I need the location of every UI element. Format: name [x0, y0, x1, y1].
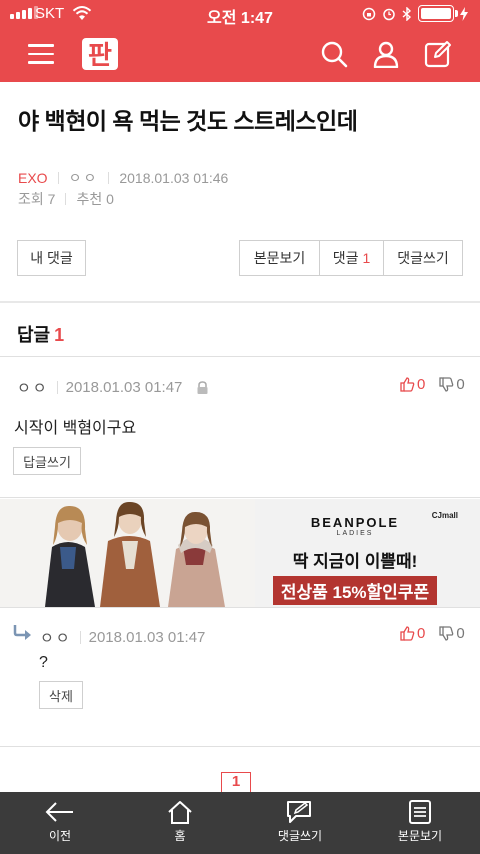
- view-post-button[interactable]: 본문보기: [240, 241, 320, 275]
- post-button-group: 본문보기 댓글 1 댓글쓰기: [239, 240, 463, 276]
- nav-header: 판: [0, 28, 480, 82]
- comment-datetime: 2018.01.03 01:47: [88, 629, 206, 646]
- post-meta: EXO ㅇㅇ 2018.01.03 01:46: [18, 168, 228, 188]
- post-recommends: 추천 0: [76, 191, 114, 207]
- thumbs-up-icon: [400, 626, 415, 641]
- downvote-count: 0: [456, 376, 465, 393]
- upvote-button[interactable]: 0: [400, 625, 425, 642]
- meta-separator: [56, 381, 58, 394]
- my-comments-button[interactable]: 내 댓글: [17, 240, 86, 276]
- comment-meta: ㅇㅇ 2018.01.03 01:47: [17, 377, 209, 398]
- post-category[interactable]: EXO: [18, 170, 48, 186]
- upvote-count: 0: [417, 376, 426, 393]
- divider: [0, 746, 480, 747]
- meta-separator: [108, 172, 110, 184]
- tab-write-comment-label: 댓글쓰기: [277, 829, 323, 843]
- downvote-button[interactable]: 0: [439, 625, 465, 642]
- comment-body: ?: [39, 654, 48, 671]
- logo-text: 판: [88, 41, 112, 71]
- menu-icon[interactable]: [28, 44, 54, 64]
- post-title: 야 백현이 욕 먹는 것도 스트레스인데: [18, 108, 358, 134]
- divider: [0, 607, 480, 608]
- replies-count: 1: [54, 325, 65, 345]
- meta-separator: [65, 193, 67, 205]
- ad-text: BEANPOLE LADIES 딱 지금이 이쁠때! 전상품 15%할인쿠폰: [255, 509, 455, 605]
- thumbs-down-icon: [439, 626, 454, 641]
- write-comment-label: 댓글쓰기: [397, 250, 449, 266]
- user-icon[interactable]: [372, 40, 400, 68]
- meta-separator: [57, 172, 59, 184]
- reply-arrow-icon: [13, 625, 31, 640]
- ad-banner[interactable]: CJmall BEANPOLE LADIES 딱 지금이 이쁠때! 전상품 15…: [0, 499, 480, 607]
- section-divider: [0, 301, 480, 303]
- comments-label: 댓글: [332, 250, 359, 266]
- delete-button[interactable]: 삭제: [39, 681, 83, 709]
- post-views: 조회 7: [18, 191, 56, 207]
- upvote-button[interactable]: 0: [400, 376, 425, 393]
- comment-votes: 0 0: [400, 376, 465, 393]
- post-stats: 조회 7 추천 0: [18, 189, 114, 209]
- divider: [0, 356, 480, 357]
- back-arrow-icon: [45, 802, 73, 822]
- tab-prev[interactable]: 이전: [0, 792, 120, 854]
- divider: [0, 497, 480, 498]
- pann-logo-icon: 판: [82, 38, 118, 71]
- ad-brand: BEANPOLE: [310, 515, 400, 530]
- comments-count: 1: [362, 250, 371, 266]
- write-comment-button[interactable]: 댓글쓰기: [384, 241, 462, 275]
- battery-icon: [418, 5, 458, 22]
- comment-datetime: 2018.01.03 01:47: [65, 379, 183, 396]
- view-post-label: 본문보기: [253, 250, 306, 266]
- top-bar: SKT 오전 1:47 판: [0, 0, 480, 82]
- tab-view-post[interactable]: 본문보기: [360, 792, 480, 854]
- tab-write-comment[interactable]: 댓글쓰기: [240, 792, 360, 854]
- page: SKT 오전 1:47 판 야 백현이 욕 먹는 것도 스트레스인데 EXO ㅇ…: [0, 0, 480, 854]
- downvote-count: 0: [456, 625, 465, 642]
- downvote-button[interactable]: 0: [439, 376, 465, 393]
- logo[interactable]: 판: [80, 36, 120, 72]
- ad-headline: 딱 지금이 이쁠때!: [292, 552, 418, 571]
- bottom-tab-bar: 이전 홈 댓글쓰기 본문보기: [0, 792, 480, 854]
- replies-heading-label: 답글: [17, 325, 51, 345]
- post-datetime: 2018.01.03 01:46: [119, 170, 229, 186]
- status-bar: SKT 오전 1:47: [0, 0, 480, 28]
- thumbs-up-icon: [400, 377, 415, 392]
- bluetooth-icon: [402, 6, 412, 21]
- comment-body: 시작이 백혐이구요: [14, 420, 137, 437]
- thumbs-down-icon: [439, 377, 454, 392]
- rotation-lock-icon: [362, 7, 376, 20]
- comment-votes: 0 0: [400, 625, 465, 642]
- ad-brand-sub: LADIES: [336, 530, 374, 537]
- meta-separator: [79, 631, 81, 644]
- ad-coupon: 전상품 15%할인쿠폰: [272, 576, 438, 605]
- comments-button[interactable]: 댓글 1: [320, 241, 384, 275]
- replies-heading: 답글 1: [17, 321, 64, 347]
- tab-prev-label: 이전: [48, 829, 72, 843]
- alarm-icon: [383, 8, 395, 20]
- document-icon: [409, 800, 431, 824]
- comment-meta: ㅇㅇ 2018.01.03 01:47: [40, 627, 205, 648]
- write-post-icon[interactable]: [424, 40, 452, 68]
- tab-view-post-label: 본문보기: [397, 829, 443, 843]
- tab-home-label: 홈: [174, 829, 186, 843]
- reply-button[interactable]: 답글쓰기: [13, 447, 81, 475]
- post-author: ㅇㅇ: [68, 170, 99, 186]
- upvote-count: 0: [417, 625, 426, 642]
- search-icon[interactable]: [320, 40, 348, 68]
- comment-author: ㅇㅇ: [17, 380, 49, 397]
- comment-author: ㅇㅇ: [40, 630, 72, 647]
- lock-icon: [197, 380, 208, 394]
- tab-home[interactable]: 홈: [120, 792, 240, 854]
- home-icon: [168, 801, 192, 824]
- ad-models-image: [0, 499, 255, 607]
- charging-icon: [460, 6, 468, 21]
- comment-write-icon: [287, 801, 311, 823]
